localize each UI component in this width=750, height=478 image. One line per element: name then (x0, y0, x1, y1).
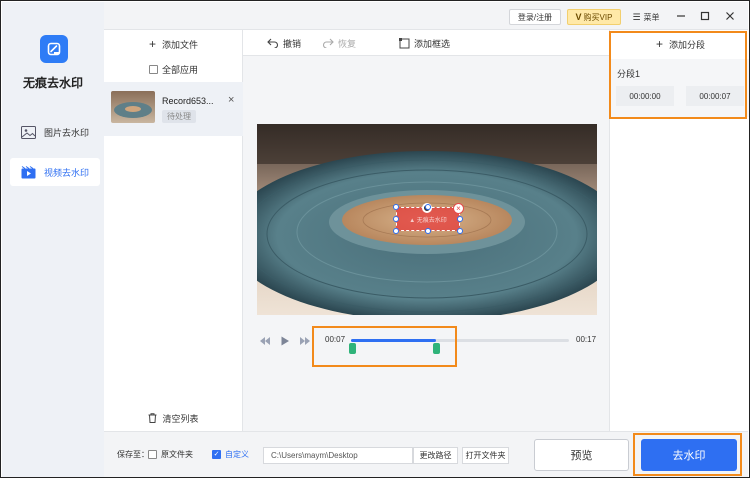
sidebar-item-image-watermark[interactable]: 图片去水印 (10, 118, 100, 146)
add-selection-box-label: 添加框选 (414, 38, 451, 49)
app-logo-icon (40, 35, 68, 63)
sidebar-item-label: 视频去水印 (44, 167, 90, 178)
rewind-icon[interactable] (259, 336, 271, 346)
save-to-label: 保存至： (117, 450, 149, 459)
redo-button[interactable]: 恢复 (322, 36, 356, 50)
maximize-icon[interactable] (698, 9, 712, 23)
menu-icon: ☰ (632, 11, 641, 22)
clear-list-label: 清空列表 (162, 413, 199, 424)
resize-handle[interactable] (457, 228, 463, 234)
editor-toolbar: 撤销 恢复 添加框选 (243, 30, 609, 56)
menu-button[interactable]: ☰ 菜单 (626, 9, 666, 25)
apply-all-checkbox[interactable]: 全部应用 (104, 61, 243, 77)
fast-forward-icon[interactable] (299, 336, 311, 346)
remove-selection-icon[interactable]: × (453, 203, 464, 214)
minimize-icon[interactable] (674, 9, 688, 23)
sidebar-item-label: 图片去水印 (44, 127, 90, 138)
custom-folder-label: 自定义 (225, 449, 249, 459)
clear-list-button[interactable]: 清空列表 (104, 410, 243, 426)
status-badge: 待处理 (162, 110, 196, 123)
preview-area: ▲ 无痕去水印 × 00:07 00:17 (243, 56, 609, 431)
resize-handle[interactable] (393, 228, 399, 234)
open-folder-button[interactable]: 打开文件夹 (462, 447, 509, 464)
resize-handle[interactable] (425, 204, 431, 210)
video-thumbnail (111, 91, 155, 123)
add-file-label: 添加文件 (162, 39, 199, 50)
checkbox-icon (148, 449, 157, 459)
play-icon[interactable] (280, 336, 290, 346)
file-name: Record653... (162, 96, 214, 106)
trash-icon (148, 413, 157, 423)
resize-handle[interactable] (457, 216, 463, 222)
undo-button[interactable]: 撤销 (267, 36, 301, 50)
image-icon (21, 125, 36, 139)
preview-button[interactable]: 预览 (534, 439, 629, 471)
redo-icon (323, 38, 334, 48)
source-folder-option[interactable]: 原文件夹 (148, 448, 193, 460)
close-icon[interactable] (723, 9, 737, 23)
remove-highlight-frame (633, 433, 742, 476)
login-button[interactable]: 登录/注册 (509, 9, 561, 25)
menu-label: 菜单 (643, 12, 660, 22)
add-selection-box-button[interactable]: 添加框选 (399, 36, 450, 50)
video-icon (21, 165, 36, 179)
add-file-button[interactable]: + 添加文件 (104, 36, 243, 52)
resize-handle[interactable] (393, 204, 399, 210)
undo-icon (267, 38, 278, 48)
redo-label: 恢复 (338, 38, 357, 49)
buy-vip-button[interactable]: V 购买VIP (567, 9, 621, 25)
remove-file-icon[interactable]: × (228, 94, 234, 106)
resize-handle[interactable] (425, 228, 431, 234)
vip-icon: V (575, 12, 582, 22)
file-list-panel: + 添加文件 全部应用 Record653... 待处理 × 清空列表 (104, 30, 243, 431)
save-path-field[interactable]: C:\Users\maym\Desktop (263, 447, 413, 464)
app-title: 无痕去水印 (22, 76, 83, 90)
sidebar-item-video-watermark[interactable]: 视频去水印 (10, 158, 100, 186)
resize-handle[interactable] (393, 216, 399, 222)
custom-folder-option[interactable]: ✓ 自定义 (212, 448, 249, 460)
segment-highlight-frame (609, 31, 747, 119)
source-folder-label: 原文件夹 (161, 449, 193, 459)
total-time: 00:17 (576, 335, 597, 344)
vip-label: 购买VIP (583, 12, 613, 22)
checkbox-icon (148, 64, 158, 74)
playback-controls (259, 334, 320, 348)
undo-label: 撤销 (283, 38, 302, 49)
app-window: 无痕去水印 图片去水印 视频去水印 登录/注册 V 购买VIP ☰ 菜单 + 添… (0, 0, 750, 478)
apply-all-label: 全部应用 (161, 64, 198, 75)
timeline-highlight-frame (312, 326, 457, 367)
selection-box-icon (399, 37, 410, 48)
title-bar: 登录/注册 V 购买VIP ☰ 菜单 (104, 2, 748, 30)
video-frame: ▲ 无痕去水印 × (257, 124, 597, 315)
checkbox-checked-icon: ✓ (212, 449, 221, 459)
sidebar: 无痕去水印 图片去水印 视频去水印 (2, 2, 104, 477)
plus-icon: + (148, 37, 156, 51)
change-path-button[interactable]: 更改路径 (413, 447, 458, 464)
list-item[interactable]: Record653... 待处理 × (104, 82, 243, 136)
